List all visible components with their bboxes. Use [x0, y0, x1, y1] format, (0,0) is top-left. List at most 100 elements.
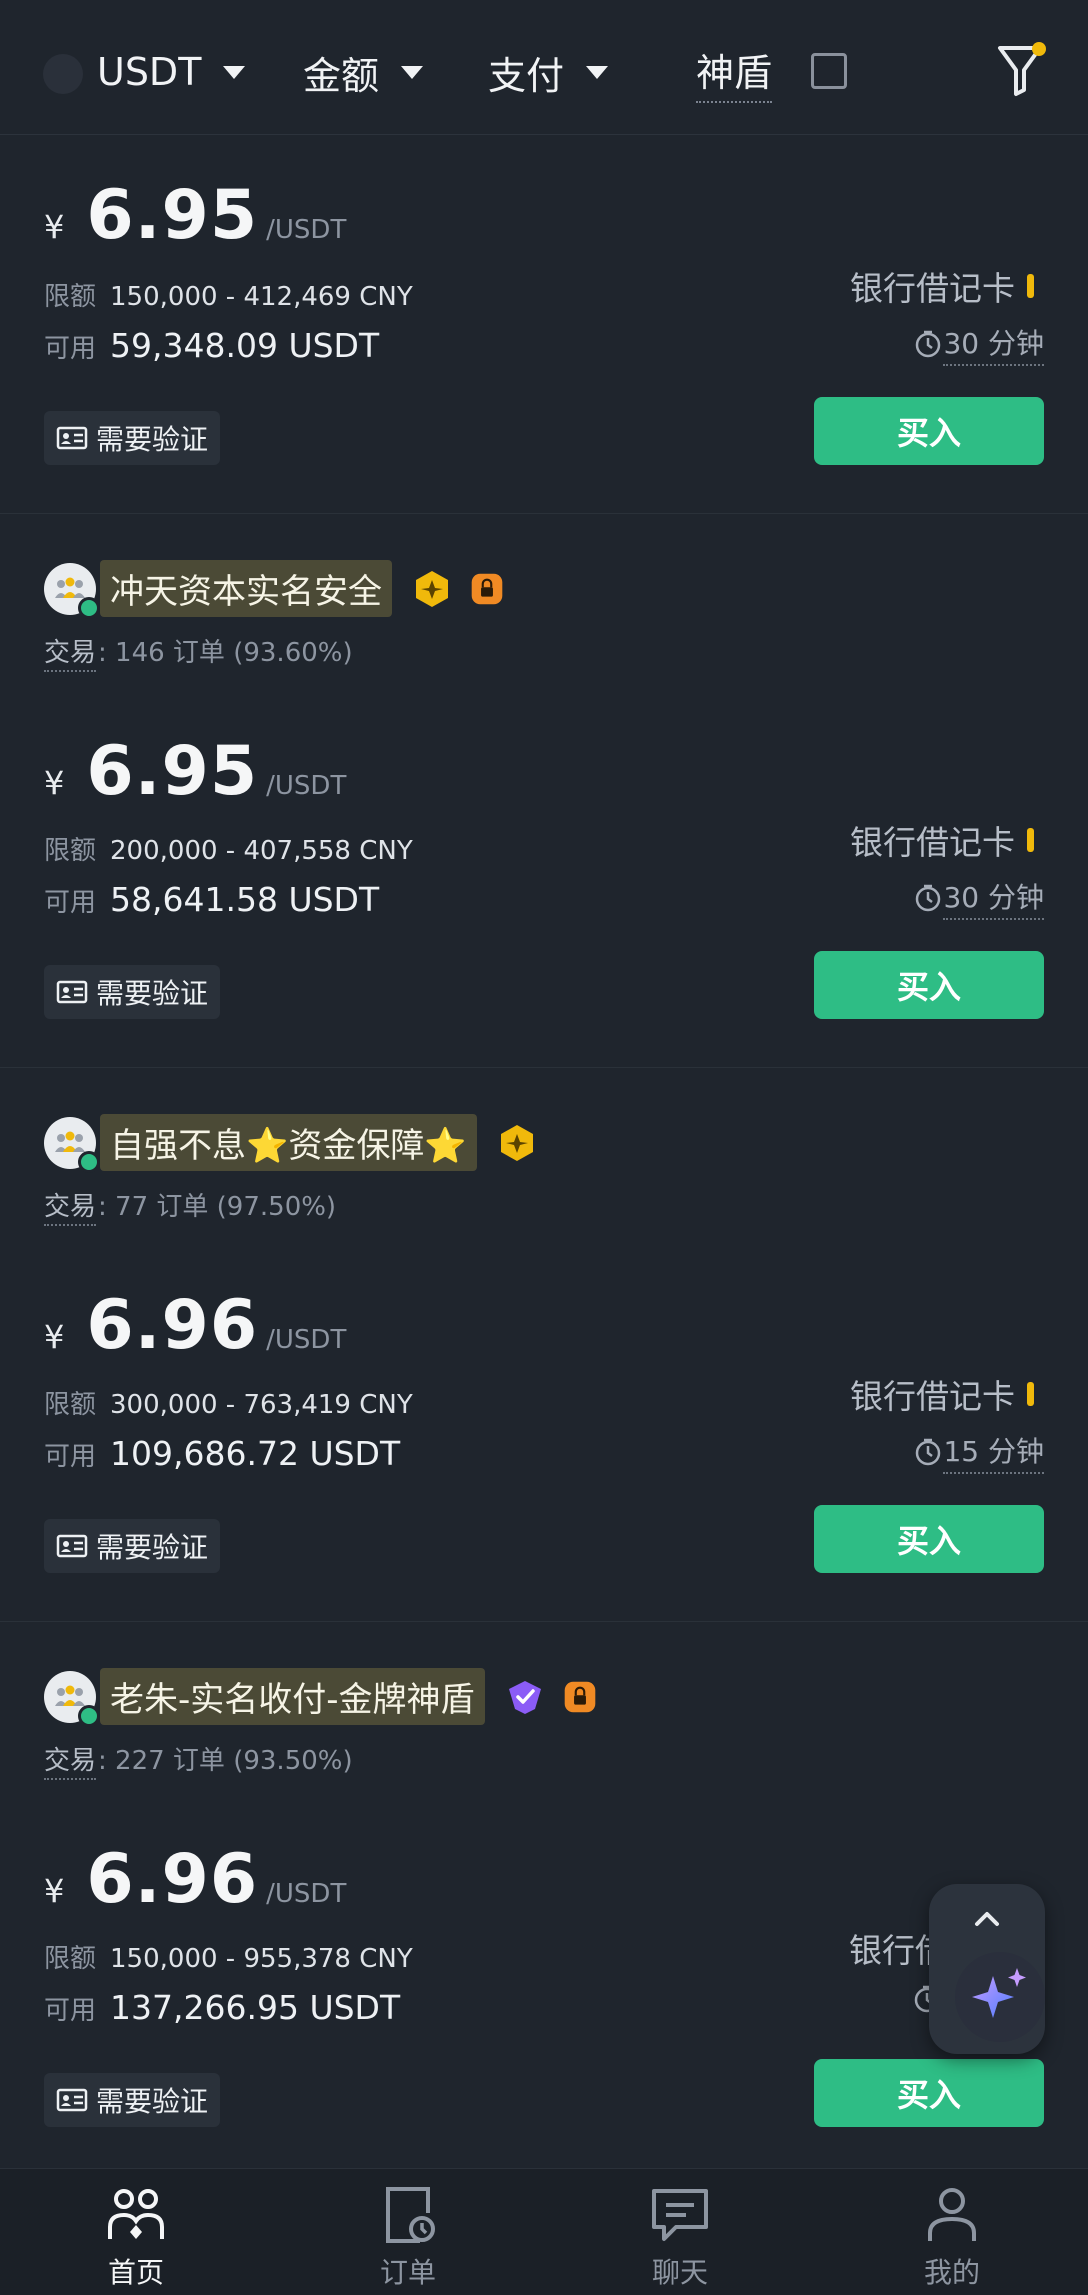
ad-card: 老朱-实名收付-金牌神盾 交易: 227 订单 (93.50%) ¥ 6.96 …: [0, 1622, 1088, 2168]
scroll-to-top-button[interactable]: [929, 1884, 1045, 1954]
price-value: 6.95: [86, 732, 259, 811]
yen-symbol: ¥: [44, 1318, 65, 1356]
verification-label: 需要验证: [96, 1531, 209, 1564]
price-unit: /USDT: [266, 215, 347, 245]
verification-required-tag[interactable]: 需要验证: [44, 411, 221, 465]
shield-filter-label[interactable]: 神盾: [696, 40, 773, 104]
orange-lock-badge-icon: [564, 1681, 595, 1712]
verification-required-tag[interactable]: 需要验证: [44, 965, 221, 1019]
yen-symbol: ¥: [44, 1872, 65, 1910]
trade-label[interactable]: 交易: [44, 1746, 97, 1780]
coin-icon: [43, 54, 83, 94]
id-card-icon: [56, 980, 88, 1004]
limit-row: 限额 300,000 - 763,419 CNY: [44, 1384, 413, 1421]
available-label: 可用: [44, 1996, 97, 2026]
nav-me[interactable]: 我的: [872, 2183, 1032, 2291]
filter-active-dot: [1032, 42, 1046, 56]
trade-stats: 交易: 146 订单 (93.60%): [44, 632, 353, 672]
payment-method: 银行借记卡: [850, 816, 1034, 864]
nav-home-label: 首页: [107, 2256, 164, 2289]
buy-button[interactable]: 买入: [814, 397, 1044, 465]
buy-button[interactable]: 买入: [814, 1505, 1044, 1573]
timer-icon: [916, 330, 941, 358]
gold-hexagon-badge-icon: [500, 1124, 533, 1161]
chat-icon: [652, 2189, 708, 2241]
advertiser-name[interactable]: 老朱-实名收付-金牌神盾: [100, 1668, 485, 1725]
available-value: 58,641.58 USDT: [110, 880, 380, 919]
payment-method-label: 银行借记卡: [850, 269, 1015, 308]
payment-filter[interactable]: 支付: [488, 40, 609, 104]
advertiser-row[interactable]: 冲天资本实名安全: [44, 560, 504, 619]
limit-label: 限额: [44, 1390, 97, 1420]
payment-method-label: 银行借记卡: [850, 1377, 1015, 1416]
trade-label[interactable]: 交易: [44, 638, 97, 672]
id-card-icon: [56, 1534, 88, 1558]
bottom-navigation: 首页 订单 聊天 我的: [0, 2168, 1088, 2295]
available-row: 可用 59,348.09 USDT: [44, 326, 379, 365]
id-card-icon: [56, 426, 88, 450]
price-row: ¥ 6.95 /USDT: [44, 176, 346, 255]
payment-time: 15 分钟: [913, 1430, 1044, 1474]
yen-symbol: ¥: [44, 208, 65, 246]
shield-checkbox[interactable]: [811, 53, 847, 89]
trade-label[interactable]: 交易: [44, 1192, 97, 1226]
trade-stats: 交易: 227 订单 (93.50%): [44, 1740, 353, 1780]
available-row: 可用 109,686.72 USDT: [44, 1434, 400, 1473]
ad-card: 自强不息⭐资金保障⭐ 交易: 77 订单 (97.50%) ¥ 6.96 /US…: [0, 1068, 1088, 1622]
nav-chat[interactable]: 聊天: [600, 2183, 760, 2291]
orange-lock-badge-icon: [471, 573, 503, 604]
available-value: 59,348.09 USDT: [110, 326, 380, 365]
user-icon: [928, 2188, 976, 2241]
price-row: ¥ 6.96 /USDT: [44, 1840, 346, 1919]
advertiser-name[interactable]: 冲天资本实名安全: [100, 560, 392, 617]
orders-icon: [386, 2187, 435, 2243]
available-value: 137,266.95 USDT: [110, 1988, 401, 2027]
advertiser-row[interactable]: 老朱-实名收付-金牌神盾: [44, 1668, 597, 1727]
advertiser-name[interactable]: 自强不息⭐资金保障⭐: [100, 1114, 477, 1171]
avatar[interactable]: [44, 1116, 100, 1173]
limit-label: 限额: [44, 282, 97, 312]
price-row: ¥ 6.95 /USDT: [44, 732, 346, 811]
caret-down-icon: [223, 65, 246, 79]
nav-orders[interactable]: 订单: [328, 2183, 488, 2291]
trade-stats-value: : 146 订单 (93.60%): [98, 638, 353, 668]
avatar[interactable]: [44, 562, 100, 619]
payment-time: 30 分钟: [913, 876, 1044, 920]
verification-required-tag[interactable]: 需要验证: [44, 2073, 221, 2127]
limit-value: 300,000 - 763,419 CNY: [110, 1390, 413, 1420]
limit-value: 150,000 - 955,378 CNY: [110, 1944, 413, 1974]
limit-row: 限额 150,000 - 412,469 CNY: [44, 276, 413, 313]
avatar[interactable]: [44, 1670, 100, 1727]
ai-assistant-button[interactable]: [955, 1952, 1045, 2042]
advertiser-row[interactable]: 自强不息⭐资金保障⭐: [44, 1114, 537, 1173]
amount-filter[interactable]: 金额: [303, 40, 424, 104]
payment-time-value: 30 分钟: [943, 322, 1044, 366]
limit-label: 限额: [44, 836, 97, 866]
available-value: 109,686.72 USDT: [110, 1434, 401, 1473]
limit-value: 200,000 - 407,558 CNY: [110, 836, 413, 866]
limit-value: 150,000 - 412,469 CNY: [110, 282, 413, 312]
verification-required-tag[interactable]: 需要验证: [44, 1519, 221, 1573]
limit-row: 限额 150,000 - 955,378 CNY: [44, 1938, 413, 1975]
price-value: 6.95: [86, 176, 259, 255]
price-row: ¥ 6.96 /USDT: [44, 1286, 346, 1365]
coin-select[interactable]: USDT: [97, 40, 246, 104]
buy-button[interactable]: 买入: [814, 2059, 1044, 2127]
payment-color-bar: [1027, 828, 1034, 852]
available-row: 可用 137,266.95 USDT: [44, 1988, 400, 2027]
limit-row: 限额 200,000 - 407,558 CNY: [44, 830, 413, 867]
filter-bar: USDT 金额 支付 神盾: [0, 0, 1088, 135]
price-unit: /USDT: [266, 1325, 347, 1355]
ad-card: 冲天资本实名安全 交易: 146 订单 (93.60%) ¥ 6.95 /USD…: [0, 514, 1088, 1068]
available-label: 可用: [44, 1442, 97, 1472]
nav-chat-label: 聊天: [651, 2256, 708, 2289]
verification-label: 需要验证: [96, 423, 209, 456]
home-people-icon: [108, 2189, 164, 2239]
chevron-up-icon: [975, 1912, 999, 1926]
payment-method-label: 银行借记卡: [850, 823, 1015, 862]
buy-button[interactable]: 买入: [814, 951, 1044, 1019]
nav-home[interactable]: 首页: [56, 2183, 216, 2291]
caret-down-icon: [401, 65, 424, 79]
nav-orders-label: 订单: [379, 2256, 436, 2289]
online-status-dot: [78, 1150, 100, 1173]
